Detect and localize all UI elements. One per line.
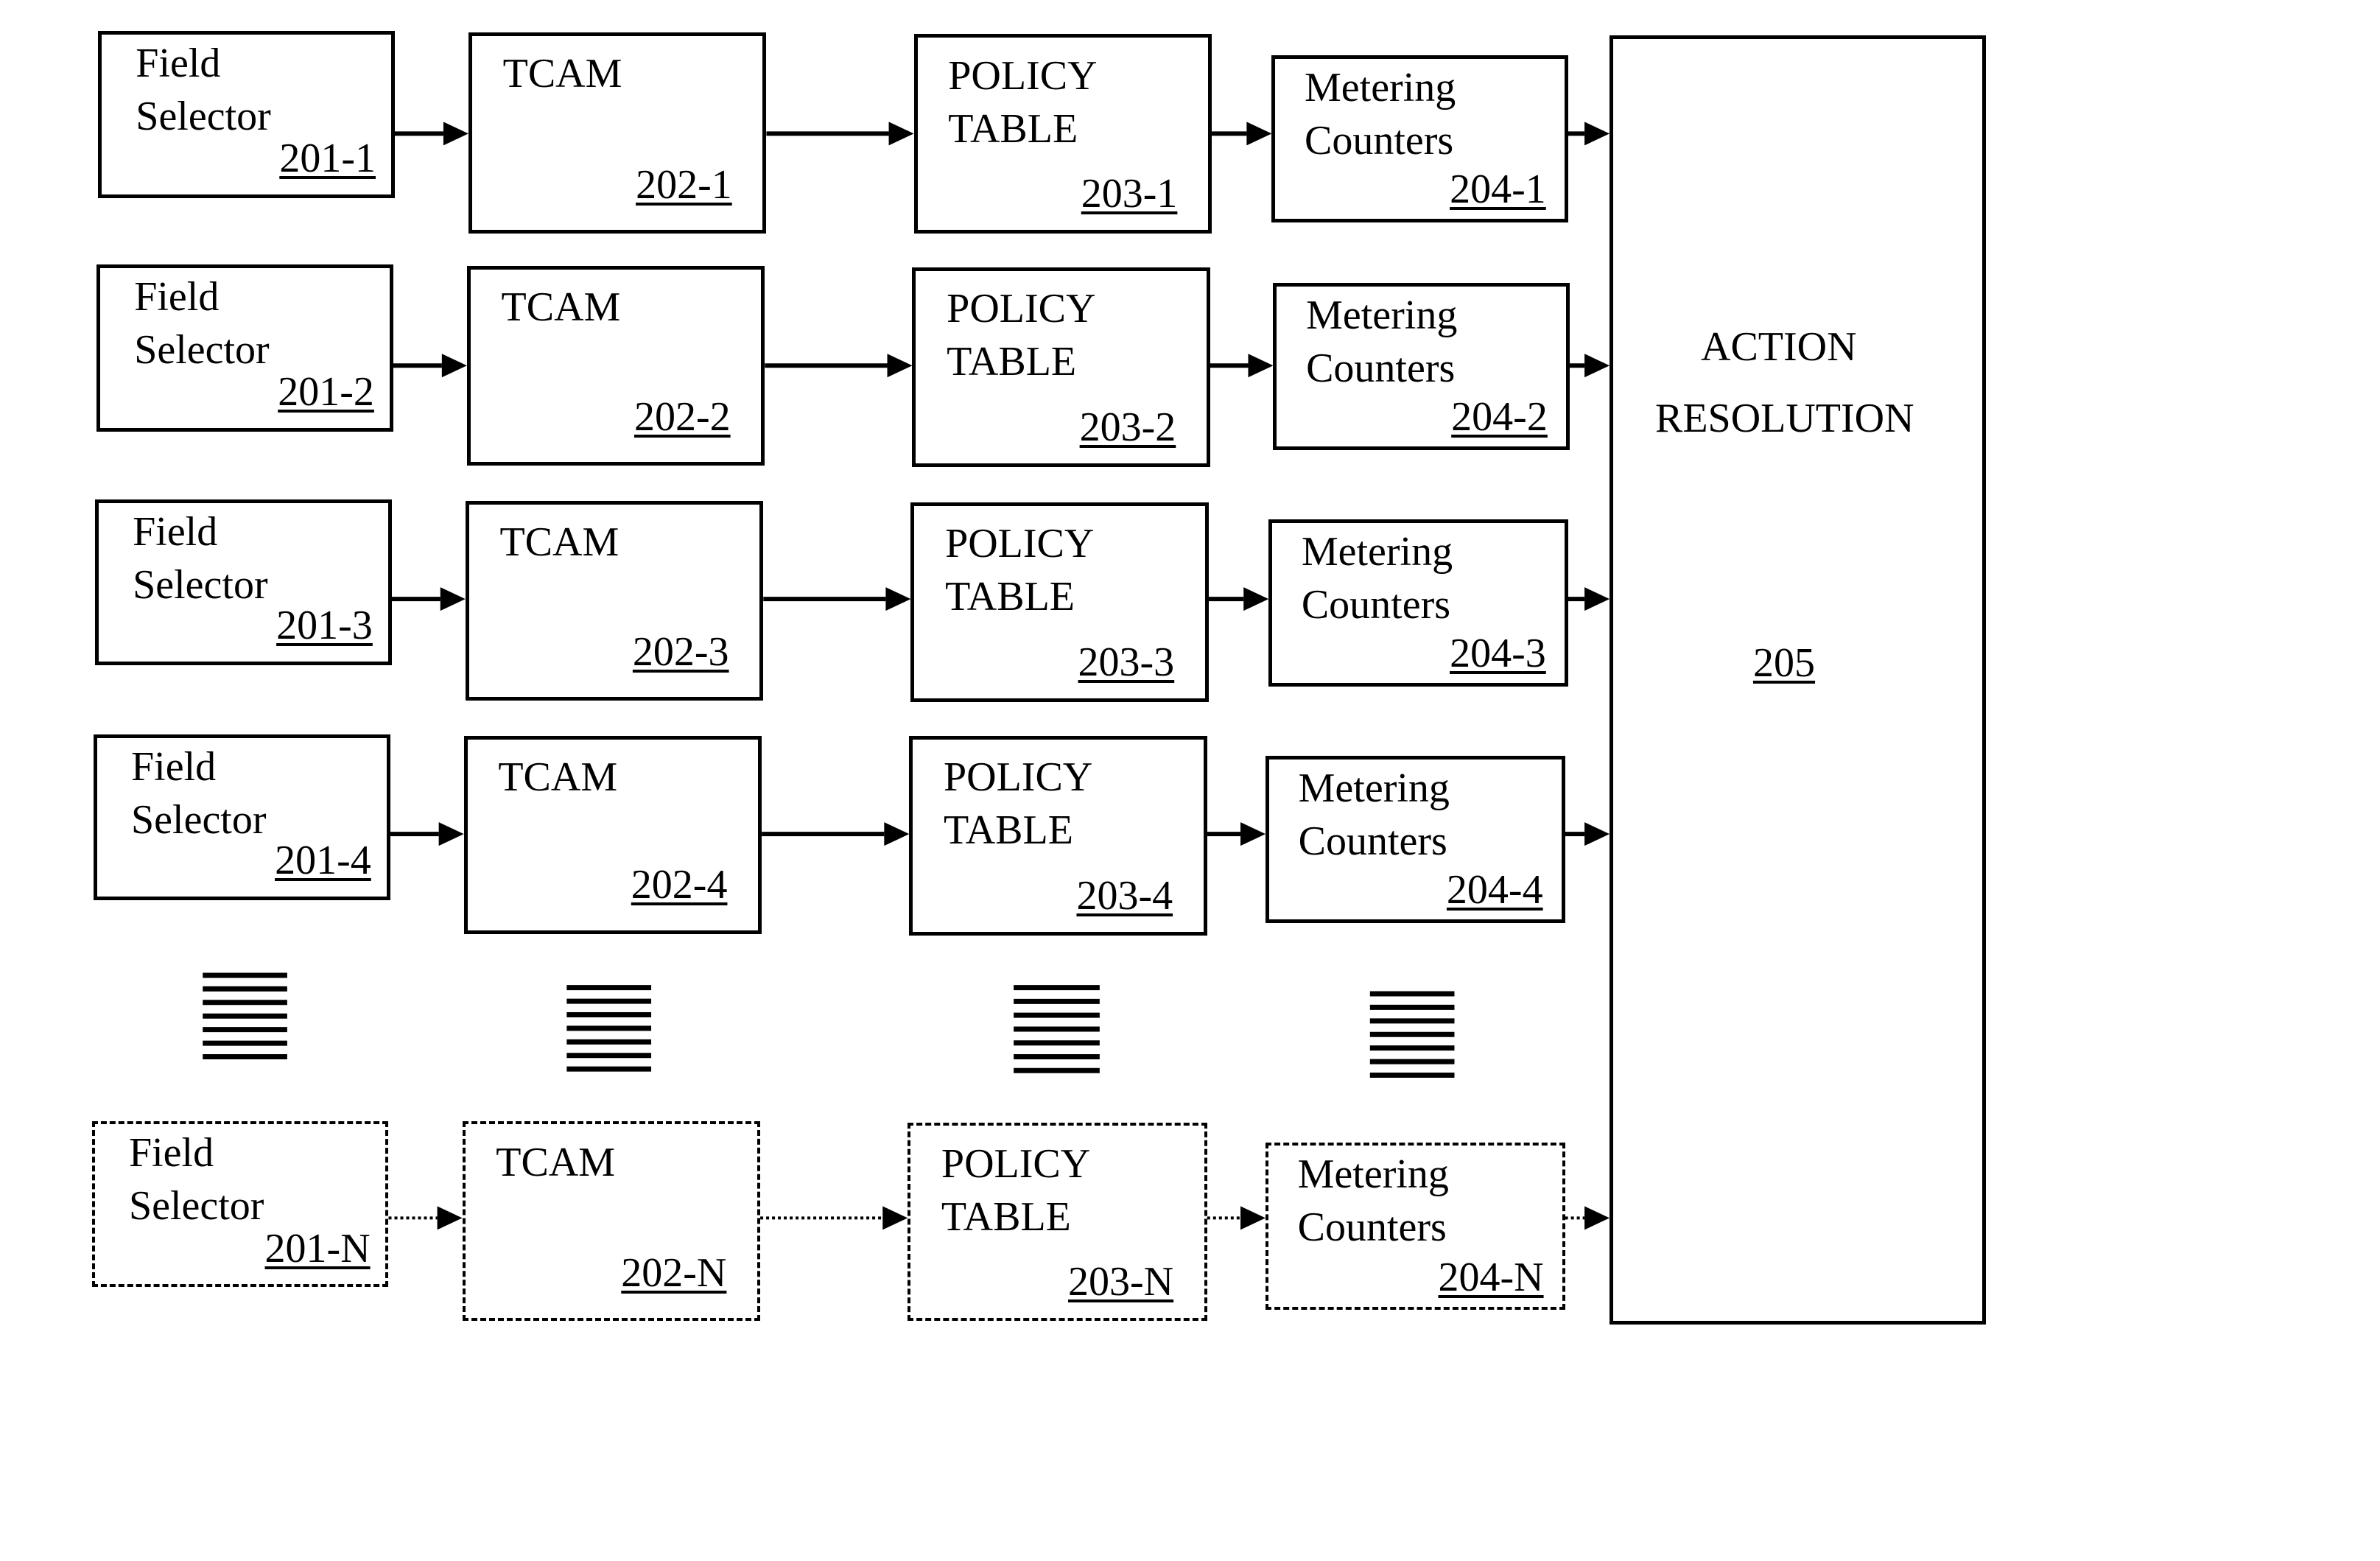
arrow-head-icon [1243,587,1269,611]
arrow-head-icon [1584,354,1610,378]
arrow-head-icon [885,587,911,611]
arrow-head-icon [1584,822,1610,846]
arrow-head-icon [1240,822,1266,846]
arrow-head-icon [1584,1206,1610,1230]
arrow-head-icon [443,122,468,146]
arrow-head-icon [884,822,910,846]
arrow-head-icon [1584,122,1610,146]
arrow-head-icon [1584,587,1610,611]
arrow-head-icon [440,587,466,611]
connector-layer [203,122,1610,1230]
arrow-head-icon [882,1206,908,1230]
arrow-head-icon [888,122,914,146]
arrow-head-icon [1246,122,1272,146]
arrow-head-icon [437,1206,463,1230]
arrow-head-icon [887,354,913,378]
arrow-head-icon [438,822,464,846]
arrow-head-icon [441,354,467,378]
arrow-head-icon [1248,354,1274,378]
arrow-head-icon [1240,1206,1266,1230]
